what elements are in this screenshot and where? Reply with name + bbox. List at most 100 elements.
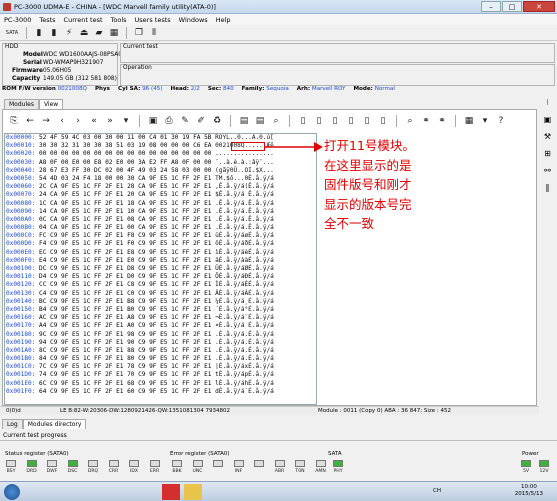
help-icon[interactable]: ? (495, 115, 507, 127)
hex-row[interactable]: 0x000E0: EC C9 9F E5 1C FF 2F E1 E8 C9 9… (6, 249, 316, 257)
hex-bytes[interactable]: 84 C9 9F E5 1C FF 2F E1 80 C9 9F E5 1C F… (39, 355, 211, 362)
prev-icon[interactable]: ‹ (56, 115, 68, 127)
hex-row[interactable]: 0x001F0: 64 C9 9F E5 1C FF 2F E1 60 C9 9… (6, 388, 316, 396)
close-button[interactable]: ✕ (523, 1, 555, 12)
hex-bytes[interactable]: 24 CA 9F E5 1C FF 2F E1 20 CA 9F E5 1C F… (39, 191, 211, 198)
filter-icon[interactable]: ⊞ (544, 149, 551, 158)
hex-row[interactable]: 0x00080: 1C CA 9F E5 1C FF 2F E1 18 CA 9… (6, 200, 316, 208)
search-icon[interactable]: ⌕ (270, 115, 282, 127)
hex-ascii[interactable]: ôÉ.å.ÿ/áðÉ.å.ÿ/á (215, 240, 274, 247)
taskbar-clock[interactable]: 10:00 2015/5/13 (515, 484, 543, 498)
hex-bytes[interactable]: 14 CA 9F E5 1C FF 2F E1 10 CA 9F E5 1C F… (39, 208, 211, 215)
tray-ime[interactable]: CH (433, 488, 441, 494)
menu-item[interactable]: Help (216, 16, 231, 24)
hex-ascii[interactable]: ¤É.å.ÿ/á É.å.ÿ/á (215, 322, 274, 329)
hex-row[interactable]: 0x001A0: 8C C9 9F E5 1C FF 2F E1 88 C9 9… (6, 347, 316, 355)
hex-ascii[interactable]: ´É.å.ÿ/á°É.å.ÿ/á (215, 306, 274, 313)
chip-icon[interactable]: ▣ (544, 115, 552, 124)
hex-bytes[interactable]: FC C9 9F E5 1C FF 2F E1 F8 C9 9F E5 1C F… (39, 232, 211, 239)
forward-icon[interactable]: → (40, 115, 52, 127)
hex-ascii[interactable]: |É.å.ÿ/áxÉ.å.ÿ/á (215, 363, 274, 370)
hex-row[interactable]: 0x00180: 9C C9 9F E5 1C FF 2F E1 98 C9 9… (6, 331, 316, 339)
back-icon[interactable]: ← (24, 115, 36, 127)
write-icon[interactable]: ✎ (179, 115, 191, 127)
tab-modules-directory[interactable]: Modules directory (22, 419, 87, 429)
hex-bytes[interactable]: 0C CA 9F E5 1C FF 2F E1 08 CA 9F E5 1C F… (39, 216, 211, 223)
drive-icon[interactable]: ▮ (33, 27, 45, 39)
hex-ascii[interactable]: äÉ.å.ÿ/ààÉ.å.ÿ/á (215, 257, 274, 264)
hex-bytes[interactable]: 30 30 32 31 30 30 38 51 03 19 08 00 00 0… (39, 142, 211, 149)
hex-ascii[interactable]: .É.å.ÿ/á.É.å.ÿ/á (215, 339, 274, 346)
hex-ascii[interactable]: .É.å.ÿ/á.É.å.ÿ/á (215, 355, 274, 362)
hex-ascii[interactable]: ¬É.å.ÿ/á¨É.å.ÿ/á (215, 314, 274, 321)
last-icon[interactable]: » (104, 115, 116, 127)
hex-row[interactable]: 0x00100: DC C9 9F E5 1C FF 2F E1 D8 C9 9… (6, 265, 316, 273)
hex-row[interactable]: 0x00140: BC C9 9F E5 1C FF 2F E1 B8 C9 9… (6, 298, 316, 306)
bolt-icon[interactable]: ⚡ (63, 27, 75, 39)
hex-bytes[interactable]: A4 C9 9F E5 1C FF 2F E1 A0 C9 9F E5 1C F… (39, 322, 211, 329)
hex-bytes[interactable]: 54 4D 03 24 F4 18 00 00 30 CA 9F E5 1C F… (39, 175, 211, 182)
hex-ascii[interactable]: üÉ.å.ÿ/áøÉ.å.ÿ/á (215, 232, 274, 239)
hex-ascii[interactable]: tÉ.å.ÿ/ápÉ.å.ÿ/á (215, 371, 274, 378)
hex-row[interactable]: 0x00040: 28 67 E3 FF 30 DC 02 00 4F 49 0… (6, 167, 316, 175)
hex-row[interactable]: 0x000A0: 0C CA 9F E5 1C FF 2F E1 08 CA 9… (6, 216, 316, 224)
first-icon[interactable]: « (88, 115, 100, 127)
start-icon[interactable] (4, 484, 20, 500)
hex-bytes[interactable]: 7C C9 9F E5 1C FF 2F E1 78 C9 9F E5 1C F… (39, 363, 211, 370)
hex-ascii[interactable]: .Ê.å.ÿ/á.Ê.å.ÿ/á (215, 208, 274, 215)
binoculars-next-icon[interactable]: ⚭ (436, 115, 448, 127)
hex-bytes[interactable]: 52 4F 59 4C 03 00 30 00 11 00 C4 01 30 1… (39, 134, 211, 141)
hex-bytes[interactable]: D4 C9 9F E5 1C FF 2F E1 D0 C9 9F E5 1C F… (39, 273, 211, 280)
hex-row[interactable]: 0x00090: 14 CA 9F E5 1C FF 2F E1 10 CA 9… (6, 208, 316, 216)
hex-ascii[interactable]: .É.å.ÿ/á.É.å.ÿ/á (215, 347, 274, 354)
hex-row[interactable]: 0x000F0: E4 C9 9F E5 1C FF 2F E1 E0 C9 9… (6, 257, 316, 265)
probe-icon[interactable]: ⚯ (544, 166, 551, 175)
menu-item[interactable]: Current test (64, 16, 103, 24)
hex-ascii[interactable]: ÄÉ.å.ÿ/áÀÉ.å.ÿ/á (215, 290, 274, 297)
hex-view[interactable]: 0x00000: 52 4F 59 4C 03 00 30 00 11 00 C… (4, 133, 317, 405)
hex-ascii[interactable]: .Ê.å.ÿ/á.Ê.å.ÿ/á (215, 216, 274, 223)
hex-bytes[interactable]: 28 67 E3 FF 30 DC 02 00 4F 49 03 24 58 0… (39, 167, 211, 174)
hex-ascii[interactable]: lÉ.å.ÿ/áhÉ.å.ÿ/á (215, 380, 274, 387)
tab-log[interactable]: Log (2, 419, 23, 429)
hex-row[interactable]: 0x001E0: 6C C9 9F E5 1C FF 2F E1 68 C9 9… (6, 380, 316, 388)
menu-dropdown-icon[interactable]: ▾ (479, 115, 491, 127)
binoculars-icon[interactable]: ⚭ (420, 115, 432, 127)
sata-icon[interactable]: SATA (4, 27, 20, 39)
edit-icon[interactable]: ✐ (195, 115, 207, 127)
tools-icon[interactable]: ▰ (93, 27, 105, 39)
hex-bytes[interactable]: 94 C9 9F E5 1C FF 2F E1 90 C9 9F E5 1C F… (39, 339, 211, 346)
hex-bytes[interactable]: 9C C9 9F E5 1C FF 2F E1 98 C9 9F E5 1C F… (39, 331, 211, 338)
doc5-icon[interactable]: ▯ (361, 115, 373, 127)
hex-bytes[interactable]: EC C9 9F E5 1C FF 2F E1 E8 C9 9F E5 1C F… (39, 249, 211, 256)
explorer-taskbar-icon[interactable] (184, 484, 202, 500)
hex-ascii[interactable]: ìÉ.å.ÿ/áèÉ.å.ÿ/á (215, 249, 274, 256)
hex-bytes[interactable]: 64 C9 9F E5 1C FF 2F E1 60 C9 9F E5 1C F… (39, 388, 211, 395)
hex-bytes[interactable]: 1C CA 9F E5 1C FF 2F E1 18 CA 9F E5 1C F… (39, 200, 211, 207)
menu-item[interactable]: PC-3000 (4, 16, 31, 24)
next-icon[interactable]: › (72, 115, 84, 127)
hex-row[interactable]: 0x00030: A8 0F 00 E0 00 E8 02 E0 00 3A E… (6, 159, 316, 167)
minimize-button[interactable]: – (481, 1, 501, 12)
hex-bytes[interactable]: 00 00 00 00 00 00 00 00 00 00 00 00 00 0… (39, 150, 211, 157)
save-icon[interactable]: ▣ (147, 115, 159, 127)
doc3-icon[interactable]: ▯ (329, 115, 341, 127)
hex-bytes[interactable]: 6C C9 9F E5 1C FF 2F E1 68 C9 9F E5 1C F… (39, 380, 211, 387)
hex-bytes[interactable]: AC C9 9F E5 1C FF 2F E1 A8 C9 9F E5 1C F… (39, 314, 211, 321)
hex-bytes[interactable]: 2C CA 9F E5 1C FF 2F E1 28 CA 9F E5 1C F… (39, 183, 211, 190)
hex-ascii[interactable]: $Ê.å.ÿ/á Ê.å.ÿ/á (215, 191, 274, 198)
hex-ascii[interactable]: dÉ.å.ÿ/á`É.å.ÿ/á (215, 388, 274, 395)
menu-item[interactable]: Tests (39, 16, 55, 24)
tool-icon[interactable]: ⚒ (544, 132, 551, 141)
grid-icon[interactable]: ▦ (108, 27, 120, 39)
hex-bytes[interactable]: C4 C9 9F E5 1C FF 2F E1 C0 C9 9F E5 1C F… (39, 290, 211, 297)
hex-ascii[interactable]: ÌÉ.å.ÿ/áÈÉ.å.ÿ/á (215, 281, 274, 288)
hex-row[interactable]: 0x00190: 94 C9 9F E5 1C FF 2F E1 90 C9 9… (6, 339, 316, 347)
hex-ascii[interactable]: ÔÉ.å.ÿ/áÐÉ.å.ÿ/á (215, 273, 274, 280)
menu-item[interactable]: Tools (111, 16, 127, 24)
pc3000-taskbar-icon[interactable] (162, 484, 180, 500)
hex-row[interactable]: 0x000D0: F4 C9 9F E5 1C FF 2F E1 F0 C9 9… (6, 240, 316, 248)
hex-bytes[interactable]: 04 CA 9F E5 1C FF 2F E1 00 CA 9F E5 1C F… (39, 224, 211, 231)
hex-bytes[interactable]: BC C9 9F E5 1C FF 2F E1 B8 C9 9F E5 1C F… (39, 298, 211, 305)
page2-icon[interactable]: ▤ (254, 115, 266, 127)
